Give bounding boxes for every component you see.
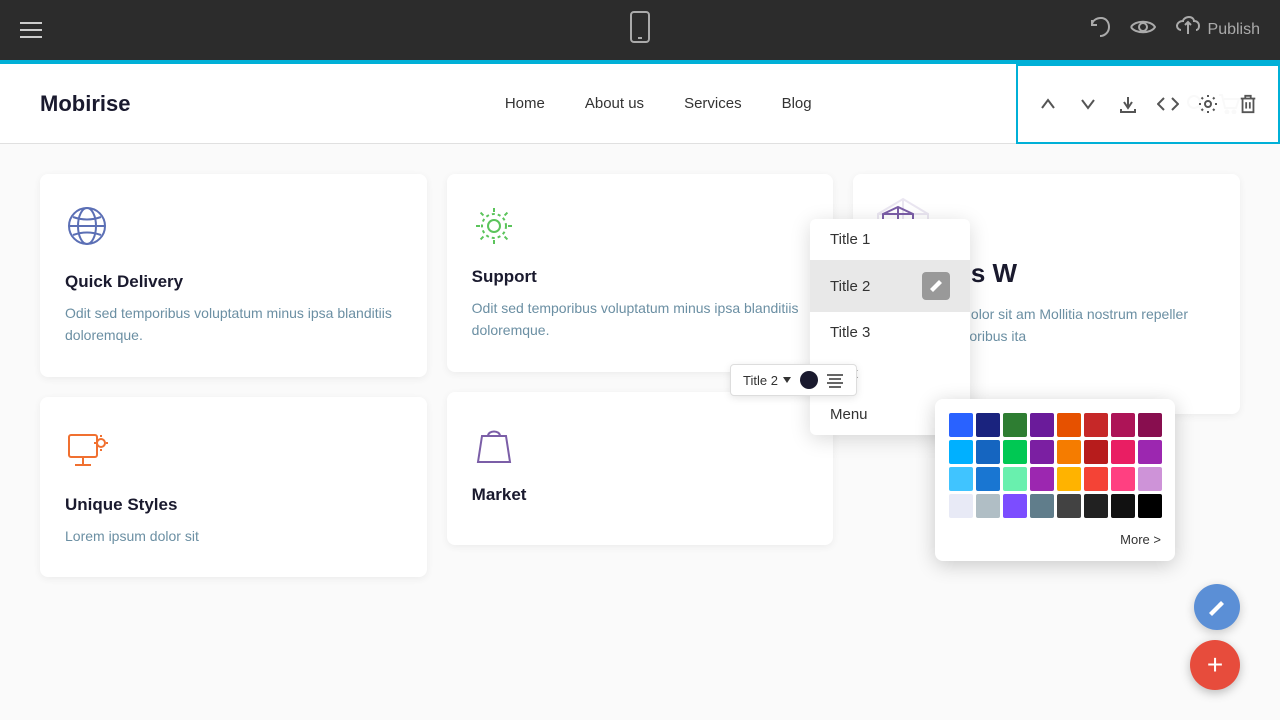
settings-button[interactable]	[1190, 86, 1226, 122]
color-swatch[interactable]	[1111, 494, 1135, 518]
gear-icon	[472, 204, 809, 253]
main-content: Quick Delivery Odit sed temporibus volup…	[0, 144, 1280, 720]
color-swatch[interactable]	[1084, 467, 1108, 491]
color-picker: More >	[935, 399, 1175, 561]
card-unique-styles-text: Lorem ipsum dolor sit	[65, 525, 402, 547]
undo-icon[interactable]	[1088, 16, 1110, 44]
column-1: Quick Delivery Odit sed temporibus volup…	[40, 174, 427, 577]
top-bar-center	[628, 11, 652, 50]
edit-pencil-icon	[922, 272, 950, 300]
color-swatch[interactable]	[1057, 467, 1081, 491]
globe-icon	[65, 204, 402, 258]
dropdown-item-title1[interactable]: Title 1	[810, 219, 970, 260]
move-up-button[interactable]	[1030, 86, 1066, 122]
card-support: Support Odit sed temporibus voluptatum m…	[447, 174, 834, 372]
format-toolbar: Title 2	[730, 364, 857, 396]
card-market-title: Market	[472, 485, 809, 505]
color-swatch[interactable]	[976, 494, 1000, 518]
publish-upload-icon	[1176, 16, 1200, 44]
color-swatch[interactable]	[976, 440, 1000, 464]
color-swatch[interactable]	[1084, 494, 1108, 518]
bag-icon	[472, 422, 809, 471]
card-support-text: Odit sed temporibus voluptatum minus ips…	[472, 297, 809, 342]
nav-home[interactable]: Home	[505, 95, 545, 112]
dropdown-item-title3[interactable]: Title 3	[810, 312, 970, 353]
color-swatch[interactable]	[1057, 440, 1081, 464]
card-quick-delivery-text: Odit sed temporibus voluptatum minus ips…	[65, 302, 402, 347]
color-swatch[interactable]	[1084, 413, 1108, 437]
color-swatch[interactable]	[1084, 440, 1108, 464]
color-swatch[interactable]	[949, 440, 973, 464]
color-swatch[interactable]	[1030, 494, 1054, 518]
color-grid	[949, 413, 1161, 518]
color-swatch[interactable]	[1030, 440, 1054, 464]
delete-button[interactable]	[1230, 86, 1266, 122]
color-swatch[interactable]	[1003, 467, 1027, 491]
color-swatch[interactable]	[1003, 494, 1027, 518]
color-picker-more[interactable]: More >	[949, 528, 1161, 547]
preview-eye-icon[interactable]	[1130, 16, 1156, 44]
code-button[interactable]	[1150, 86, 1186, 122]
site-header-toolbar	[1016, 64, 1280, 144]
align-center-button[interactable]	[826, 372, 844, 388]
color-swatch[interactable]	[949, 467, 973, 491]
color-swatch[interactable]	[1030, 413, 1054, 437]
publish-label: Publish	[1208, 21, 1260, 39]
color-swatch[interactable]	[1057, 413, 1081, 437]
download-button[interactable]	[1110, 86, 1146, 122]
card-support-title: Support	[472, 267, 809, 287]
color-swatch[interactable]	[1111, 467, 1135, 491]
top-bar-left	[20, 22, 42, 38]
color-swatch[interactable]	[1030, 467, 1054, 491]
format-title-selector[interactable]: Title 2	[743, 373, 792, 388]
color-swatch[interactable]	[1111, 413, 1135, 437]
card-quick-delivery: Quick Delivery Odit sed temporibus volup…	[40, 174, 427, 377]
nav-blog[interactable]: Blog	[782, 95, 812, 112]
color-swatch[interactable]	[1138, 413, 1162, 437]
top-bar: Publish	[0, 0, 1280, 60]
color-swatch[interactable]	[1138, 467, 1162, 491]
nav-services[interactable]: Services	[684, 95, 742, 112]
nav-about[interactable]: About us	[585, 95, 644, 112]
card-unique-styles-title: Unique Styles	[65, 495, 402, 515]
color-swatch[interactable]	[1003, 440, 1027, 464]
site-logo: Mobirise	[40, 91, 130, 117]
site-nav: Home About us Services Blog	[505, 95, 812, 112]
card-market: Market	[447, 392, 834, 545]
color-swatch[interactable]	[1138, 440, 1162, 464]
color-swatch[interactable]	[976, 413, 1000, 437]
color-swatch[interactable]	[949, 494, 973, 518]
chevron-down-icon	[782, 376, 792, 384]
move-down-button[interactable]	[1070, 86, 1106, 122]
color-swatch[interactable]	[976, 467, 1000, 491]
color-swatch[interactable]	[1057, 494, 1081, 518]
card-unique-styles: Unique Styles Lorem ipsum dolor sit	[40, 397, 427, 577]
hamburger-menu[interactable]	[20, 22, 42, 38]
screen-icon	[65, 427, 402, 481]
publish-button[interactable]: Publish	[1176, 16, 1260, 44]
color-selector[interactable]	[800, 371, 818, 389]
color-swatch[interactable]	[949, 413, 973, 437]
color-swatch[interactable]	[1003, 413, 1027, 437]
fab-edit-button[interactable]	[1194, 584, 1240, 630]
color-swatch[interactable]	[1138, 494, 1162, 518]
fab-add-button[interactable]: +	[1190, 640, 1240, 690]
mobile-preview-icon[interactable]	[628, 22, 652, 49]
top-bar-right: Publish	[1088, 16, 1260, 44]
color-swatch[interactable]	[1111, 440, 1135, 464]
align-icon	[826, 372, 844, 388]
card-quick-delivery-title: Quick Delivery	[65, 272, 402, 292]
dropdown-item-title2[interactable]: Title 2	[810, 260, 970, 312]
site-header: Mobirise Home About us Services Blog	[0, 64, 1280, 144]
